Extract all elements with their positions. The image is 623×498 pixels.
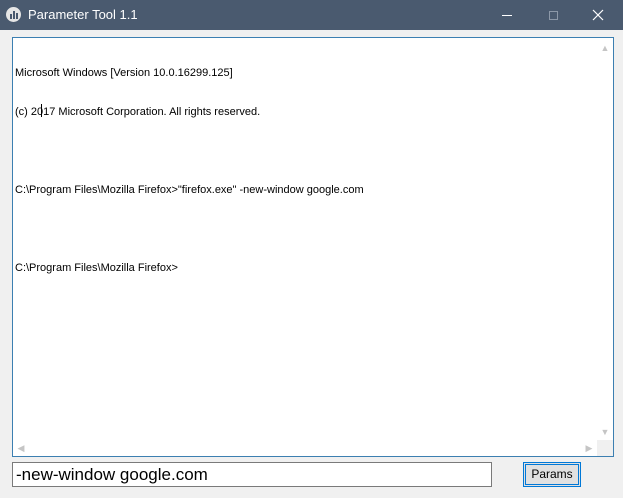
- minimize-icon: [502, 14, 512, 16]
- scroll-down-icon[interactable]: ▼: [597, 424, 613, 440]
- horizontal-scrollbar[interactable]: ◀ ▶: [13, 440, 597, 456]
- console-line: (c) 2017 Microsoft Corporation. All righ…: [15, 106, 261, 118]
- console-text: Microsoft Windows [Version 10.0.16299.12…: [15, 41, 597, 301]
- scroll-left-icon[interactable]: ◀: [13, 440, 29, 456]
- vertical-scrollbar[interactable]: ▲ ▼: [597, 38, 613, 440]
- console-line: C:\Program Files\Mozilla Firefox>"firefo…: [15, 184, 364, 196]
- scroll-right-icon[interactable]: ▶: [581, 440, 597, 456]
- maximize-button[interactable]: [531, 0, 575, 30]
- close-icon: [592, 9, 604, 21]
- scroll-up-icon[interactable]: ▲: [597, 40, 613, 56]
- text-cursor: [41, 104, 42, 117]
- params-button[interactable]: Params: [523, 462, 581, 487]
- console-output[interactable]: Microsoft Windows [Version 10.0.16299.12…: [12, 37, 614, 457]
- params-input[interactable]: [12, 462, 492, 487]
- maximize-icon: [548, 10, 558, 20]
- window-title: Parameter Tool 1.1: [28, 7, 138, 22]
- scrollbar-corner: [597, 440, 613, 456]
- app-equalizer-icon: [6, 7, 21, 22]
- close-button[interactable]: [576, 0, 620, 30]
- console-line: C:\Program Files\Mozilla Firefox>: [15, 262, 178, 274]
- minimize-button[interactable]: [485, 0, 529, 30]
- title-bar[interactable]: Parameter Tool 1.1: [0, 0, 623, 30]
- console-line: Microsoft Windows [Version 10.0.16299.12…: [15, 67, 233, 79]
